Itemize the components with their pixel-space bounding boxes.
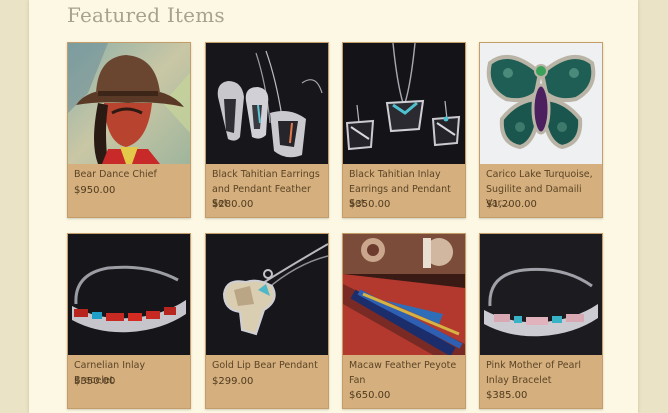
painting-thumbnail[interactable] (68, 43, 190, 164)
bracelet-thumbnail[interactable] (68, 234, 190, 355)
product-price: $950.00 (74, 185, 116, 196)
product-card-carico-lake-turquoise[interactable]: Carico Lake Turquoise, Sugilite and Dama… (479, 42, 603, 218)
feather-fan-thumbnail[interactable] (343, 234, 465, 355)
product-card-gold-lip-bear-pendant[interactable]: Gold Lip Bear Pendant $299.00 (205, 233, 329, 409)
product-price: $1,200.00 (486, 199, 537, 210)
pendant-thumbnail[interactable] (206, 234, 328, 355)
product-card-bear-dance-chief[interactable]: Bear Dance Chief $950.00 (67, 42, 191, 218)
product-price: $299.00 (212, 376, 254, 387)
product-name[interactable]: Gold Lip Bear Pendant (212, 359, 324, 374)
product-card-carnelian-inlay-bracelet[interactable]: Carnelian Inlay Bracelet $350.00 (67, 233, 191, 409)
product-card-pink-mother-of-pearl-inlay-bracelet[interactable]: Pink Mother of Pearl Inlay Bracelet $385… (479, 233, 603, 409)
butterfly-pin-thumbnail[interactable] (480, 43, 602, 164)
product-price: $280.00 (212, 199, 254, 210)
product-name[interactable]: Pink Mother of Pearl Inlay Bracelet (486, 359, 598, 388)
product-price: $385.00 (486, 390, 528, 401)
product-name[interactable]: Bear Dance Chief (74, 168, 186, 183)
product-card-black-tahitian-earrings-pendant-feather-set[interactable]: Black Tahitian Earrings and Pendant Feat… (205, 42, 329, 218)
jewelry-set-thumbnail[interactable] (343, 43, 465, 164)
product-card-black-tahitian-inlay-earrings-pendant-set[interactable]: Black Tahitian Inlay Earrings and Pendan… (342, 42, 466, 218)
jewelry-set-thumbnail[interactable] (206, 43, 328, 164)
product-card-macaw-feather-peyote-fan[interactable]: Macaw Feather Peyote Fan $650.00 (342, 233, 466, 409)
bracelet-thumbnail[interactable] (480, 234, 602, 355)
section-title: Featured Items (67, 3, 225, 27)
product-price: $350.00 (74, 376, 116, 387)
product-name[interactable]: Macaw Feather Peyote Fan (349, 359, 461, 388)
product-price: $650.00 (349, 390, 391, 401)
product-price: $350.00 (349, 199, 391, 210)
